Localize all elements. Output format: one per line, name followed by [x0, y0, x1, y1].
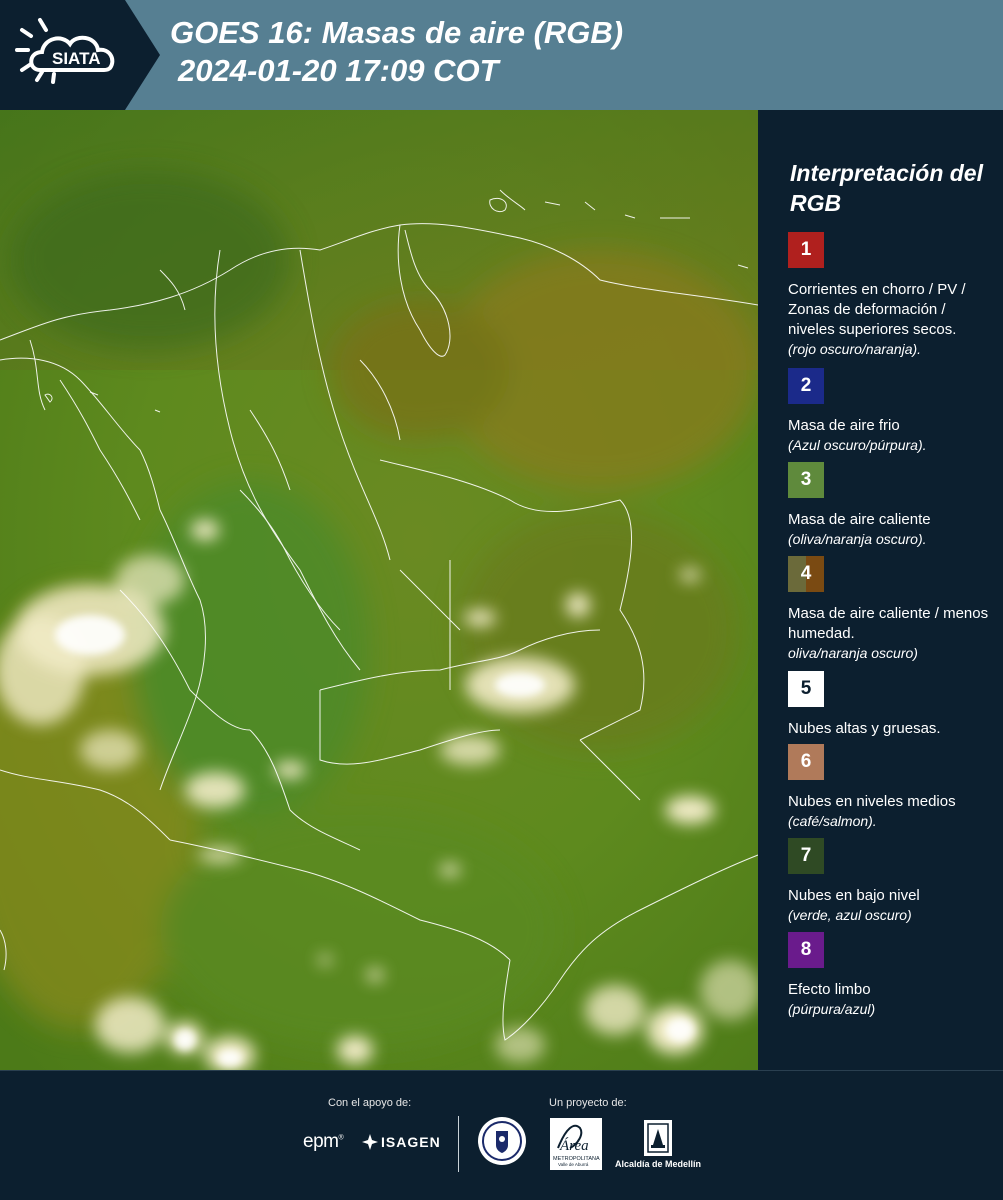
- siata-wordmark: SIATA: [52, 49, 100, 68]
- legend-text: Nubes altas y gruesas.: [788, 720, 941, 737]
- project-label: Un proyecto de:: [549, 1097, 627, 1109]
- isagen-mark-icon: [362, 1134, 378, 1150]
- legend-item-5: 5 Nubes altas y gruesas.: [788, 671, 993, 739]
- satellite-map: [0, 110, 758, 1070]
- page-title: GOES 16: Masas de aire (RGB) 2024-01-20 …: [170, 14, 623, 90]
- legend-swatch: 6: [788, 744, 824, 780]
- isagen-logo: ISAGEN: [362, 1134, 441, 1150]
- epm-wordmark: epm: [303, 1131, 339, 1152]
- legend-item-8: 8 Efecto limbo (púrpura/azul): [788, 932, 993, 1019]
- legend-swatch: 8: [788, 932, 824, 968]
- header: SIATA GOES 16: Masas de aire (RGB) 2024-…: [0, 0, 1003, 110]
- legend-swatch: 7: [788, 838, 824, 874]
- legend-item-1: 1 Corrientes en chorro / PV / Zonas de d…: [788, 232, 993, 359]
- legend-swatch: 1: [788, 232, 824, 268]
- university-seal-icon: [478, 1117, 526, 1165]
- area-word: Área: [559, 1137, 589, 1154]
- legend-text: Efecto limbo: [788, 981, 871, 998]
- epm-logo: epm®: [303, 1131, 344, 1152]
- legend-item-2: 2 Masa de aire frio (Azul oscuro/púrpura…: [788, 368, 993, 455]
- area-valle: Valle de Aburrá: [558, 1162, 589, 1167]
- legend-swatch: 4: [788, 556, 824, 592]
- legend-text: Corrientes en chorro / PV / Zonas de def…: [788, 281, 966, 338]
- legend-item-6: 6 Nubes en niveles medios (café/salmon).: [788, 744, 993, 831]
- title-line1: GOES 16: Masas de aire (RGB): [170, 15, 624, 50]
- legend-note: (rojo oscuro/naranja).: [788, 341, 922, 357]
- legend-text: Nubes en bajo nivel: [788, 887, 920, 904]
- legend-note: (Azul oscuro/púrpura).: [788, 437, 927, 453]
- legend-item-7: 7 Nubes en bajo nivel (verde, azul oscur…: [788, 838, 993, 925]
- legend-note: (oliva/naranja oscuro).: [788, 531, 927, 547]
- medellin-shield-icon: [644, 1120, 672, 1156]
- legend-swatch: 3: [788, 462, 824, 498]
- logo-block: SIATA: [0, 0, 160, 110]
- legend-note: oliva/naranja oscuro): [788, 645, 918, 661]
- area-metropolitana-mark-icon: Área METROPOLITANA Valle de Aburrá: [550, 1118, 602, 1170]
- legend-note: (púrpura/azul): [788, 1001, 876, 1017]
- isagen-wordmark: ISAGEN: [381, 1134, 441, 1150]
- alcaldia-logo: [612, 1119, 704, 1162]
- legend-text: Masa de aire frio: [788, 417, 900, 434]
- support-label: Con el apoyo de:: [328, 1097, 412, 1109]
- legend-swatch: 2: [788, 368, 824, 404]
- footer-divider: [458, 1116, 459, 1172]
- siata-logo-icon: SIATA: [0, 0, 160, 110]
- legend-item-4: 4 Masa de aire caliente / menos humedad.…: [788, 556, 993, 663]
- footer: Con el apoyo de: Un proyecto de: epm® IS…: [0, 1070, 1003, 1200]
- area-metropolitana-logo: Área METROPOLITANA Valle de Aburrá: [550, 1118, 602, 1175]
- legend-note: (café/salmon).: [788, 813, 877, 829]
- alcaldia-label: Alcaldía de Medellín: [614, 1159, 702, 1169]
- legend-title: Interpretación del RGB: [790, 160, 983, 216]
- legend-note: (verde, azul oscuro): [788, 907, 912, 923]
- rgb-composite-image: [0, 110, 758, 1070]
- legend-panel: Interpretación del RGB 1 Corrientes en c…: [760, 110, 1003, 1070]
- legend-text: Masa de aire caliente / menos humedad.: [788, 605, 989, 642]
- legend-text: Nubes en niveles medios: [788, 793, 956, 810]
- legend-text: Masa de aire caliente: [788, 511, 931, 528]
- legend-swatch: 5: [788, 671, 824, 707]
- legend-item-3: 3 Masa de aire caliente (oliva/naranja o…: [788, 462, 993, 549]
- title-timestamp: 2024-01-20 17:09 COT: [178, 53, 499, 88]
